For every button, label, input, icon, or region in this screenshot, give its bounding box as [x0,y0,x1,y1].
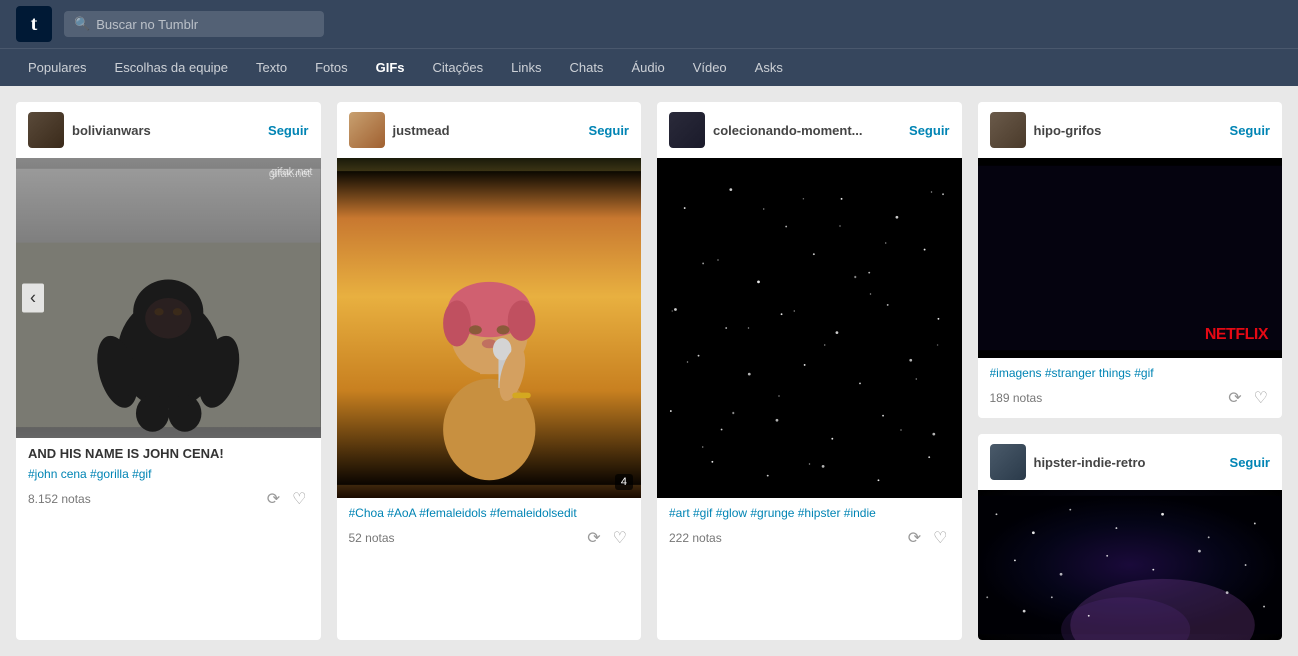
follow-btn-2[interactable]: Seguir [589,123,629,138]
prev-arrow-1[interactable]: ‹ [22,284,44,313]
follow-btn-3[interactable]: Seguir [909,123,949,138]
search-bar[interactable]: 🔍 [64,11,324,37]
post-card-4a: hipo-grifos Seguir NETFLIX #imagens #s [978,102,1283,418]
post-meta-4a: 189 notas ⟳ ♡ [990,386,1271,410]
nav-bar: Populares Escolhas da equipe Texto Fotos… [0,48,1298,86]
tags-4a[interactable]: #imagens #stranger things #gif [990,366,1271,380]
avatar-hipster[interactable] [990,444,1026,480]
notes-1: 8.152 notas [28,492,91,506]
actions-3: ⟳ ♡ [906,526,950,550]
watermark-1: gifak.net [271,166,313,178]
follow-btn-1[interactable]: Seguir [268,123,308,138]
nav-item-chats[interactable]: Chats [557,52,615,83]
post-image-4b[interactable] [978,490,1283,640]
search-icon: 🔍 [74,16,90,32]
nav-item-audio[interactable]: Áudio [619,52,676,83]
gorilla-gif: gifak.net [16,158,321,438]
nav-item-links[interactable]: Links [499,52,553,83]
post-image-4a[interactable]: NETFLIX [978,158,1283,358]
post-image-1[interactable]: gifak.net ‹ [16,158,321,438]
post-card-3: colecionando-moment... Seguir [657,102,962,640]
post-card-1: bolivianwars Seguir [16,102,321,640]
card-header-2: justmead Seguir [337,102,642,158]
header: t 🔍 [0,0,1298,48]
space-gif [978,490,1283,640]
card-footer-1: AND HIS NAME IS JOHN CENA! #john cena #g… [16,438,321,519]
nav-item-fotos[interactable]: Fotos [303,52,360,83]
follow-btn-4b[interactable]: Seguir [1230,455,1270,470]
post-card-4b: hipster-indie-retro Seguir [978,434,1283,640]
notes-4a: 189 notas [990,391,1043,405]
netflix-gif: NETFLIX [978,158,1283,358]
reblog-btn-1[interactable]: ⟳ [265,487,282,511]
card-header-1: bolivianwars Seguir [16,102,321,158]
avatar-justmead[interactable] [349,112,385,148]
actions-4a: ⟳ ♡ [1226,386,1270,410]
like-btn-2[interactable]: ♡ [611,526,629,550]
card-header-4a: hipo-grifos Seguir [978,102,1283,158]
nav-item-populares[interactable]: Populares [16,52,99,83]
reblog-btn-3[interactable]: ⟳ [906,526,923,550]
nav-item-citacoes[interactable]: Citações [421,52,496,83]
like-btn-4a[interactable]: ♡ [1252,386,1270,410]
post-image-2[interactable]: 4 [337,158,642,498]
blog-name-2[interactable]: justmead [393,123,450,138]
post-image-3[interactable] [657,158,962,498]
tags-1[interactable]: #john cena #gorilla #gif [28,467,309,481]
nav-item-video[interactable]: Vídeo [681,52,739,83]
card-header-3: colecionando-moment... Seguir [657,102,962,158]
blog-name-1[interactable]: bolivianwars [72,123,151,138]
tumblr-logo[interactable]: t [16,6,52,42]
justmead-gif [337,158,642,498]
nav-item-gifs[interactable]: GIFs [364,52,417,83]
netflix-logo: NETFLIX [1205,326,1268,344]
card-header-4b: hipster-indie-retro Seguir [978,434,1283,490]
tags-2[interactable]: #Choa #AoA #femaleidols #femaleidolsedit [349,506,630,520]
post-column-4: hipo-grifos Seguir NETFLIX #imagens #s [978,102,1283,640]
content-area: bolivianwars Seguir [0,86,1298,656]
blog-name-4a[interactable]: hipo-grifos [1034,123,1102,138]
notes-3: 222 notas [669,531,722,545]
post-text-1: AND HIS NAME IS JOHN CENA! [28,446,309,461]
post-meta-2: 52 notas ⟳ ♡ [349,526,630,550]
avatar-hipogrifos[interactable] [990,112,1026,148]
follow-btn-4a[interactable]: Seguir [1230,123,1270,138]
blog-name-4b[interactable]: hipster-indie-retro [1034,455,1146,470]
posts-grid: bolivianwars Seguir [16,102,1282,640]
card-footer-4a: #imagens #stranger things #gif 189 notas… [978,358,1283,418]
notes-2: 52 notas [349,531,395,545]
actions-1: ⟳ ♡ [265,487,309,511]
like-btn-1[interactable]: ♡ [290,487,308,511]
blog-name-3[interactable]: colecionando-moment... [713,123,863,138]
nav-item-texto[interactable]: Texto [244,52,299,83]
actions-2: ⟳ ♡ [585,526,629,550]
nav-item-equipe[interactable]: Escolhas da equipe [103,52,240,83]
reblog-btn-4a[interactable]: ⟳ [1226,386,1243,410]
reblog-btn-2[interactable]: ⟳ [585,526,602,550]
post-meta-3: 222 notas ⟳ ♡ [669,526,950,550]
search-input[interactable] [96,17,314,32]
stars-gif [657,158,962,498]
nav-item-asks[interactable]: Asks [743,52,795,83]
post-card-2: justmead Seguir [337,102,642,640]
card-footer-3: #art #gif #glow #grunge #hipster #indie … [657,498,962,558]
like-btn-3[interactable]: ♡ [931,526,949,550]
avatar-bolivianwars[interactable] [28,112,64,148]
post-meta-1: 8.152 notas ⟳ ♡ [28,487,309,511]
avatar-colecionando[interactable] [669,112,705,148]
card-footer-2: #Choa #AoA #femaleidols #femaleidolsedit… [337,498,642,558]
gif-badge-2: 4 [615,474,633,490]
tags-3[interactable]: #art #gif #glow #grunge #hipster #indie [669,506,950,520]
